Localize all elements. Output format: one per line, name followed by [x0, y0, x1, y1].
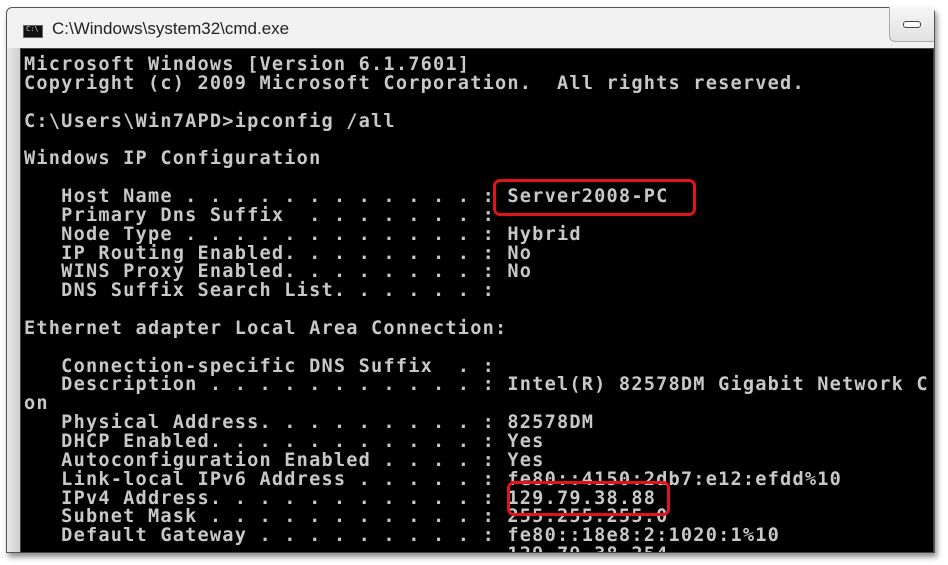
terminal-line: DHCP Enabled. . . . . . . . . . . : Yes [24, 431, 545, 452]
terminal-output[interactable]: Microsoft Windows [Version 6.1.7601] Copy… [20, 48, 934, 553]
ipv4-address-value-highlight [507, 480, 670, 516]
terminal-line: DNS Suffix Search List. . . . . . : [24, 280, 495, 302]
terminal-line: IP Routing Enabled. . . . . . . . : No [24, 242, 533, 264]
host-name-value-highlight [493, 178, 696, 216]
terminal-line: Windows IP Configuration [24, 148, 322, 170]
terminal-line: 129.79.38.254 [24, 545, 669, 552]
terminal-line: Autoconfiguration Enabled . . . . : Yes [24, 449, 545, 471]
terminal-line: Connection-specific DNS Suffix . : [24, 355, 495, 377]
terminal-line: Default Gateway . . . . . . . . . : fe80… [24, 525, 781, 547]
minimize-icon [903, 21, 921, 28]
terminal-line: Physical Address. . . . . . . . . : 8257… [24, 412, 595, 434]
minimize-button[interactable] [889, 7, 934, 42]
title-bar[interactable]: C:\Windows\system32\cmd.exe [7, 7, 934, 48]
cmd-icon [23, 25, 43, 38]
cmd-window: C:\Windows\system32\cmd.exe Microsoft Wi… [6, 7, 935, 553]
terminal-line: Primary Dns Suffix . . . . . . . : [24, 204, 495, 226]
terminal-line: on [24, 393, 49, 415]
terminal-line: Copyright (c) 2009 Microsoft Corporation… [24, 72, 805, 94]
window-left-border [7, 48, 20, 552]
terminal-line: WINS Proxy Enabled. . . . . . . . : No [24, 261, 533, 283]
terminal-line: C:\Users\Win7APD>ipconfig /all [24, 110, 396, 132]
terminal-line: Node Type . . . . . . . . . . . . : Hybr… [24, 223, 582, 245]
terminal-line: Ethernet adapter Local Area Connection: [24, 317, 508, 339]
window-title: C:\Windows\system32\cmd.exe [52, 19, 290, 38]
terminal-line: Microsoft Windows [Version 6.1.7601] [24, 54, 471, 75]
terminal-line: Link-local IPv6 Address . . . . . : fe80… [24, 468, 843, 490]
terminal-line: Description . . . . . . . . . . . : Inte… [24, 374, 929, 396]
